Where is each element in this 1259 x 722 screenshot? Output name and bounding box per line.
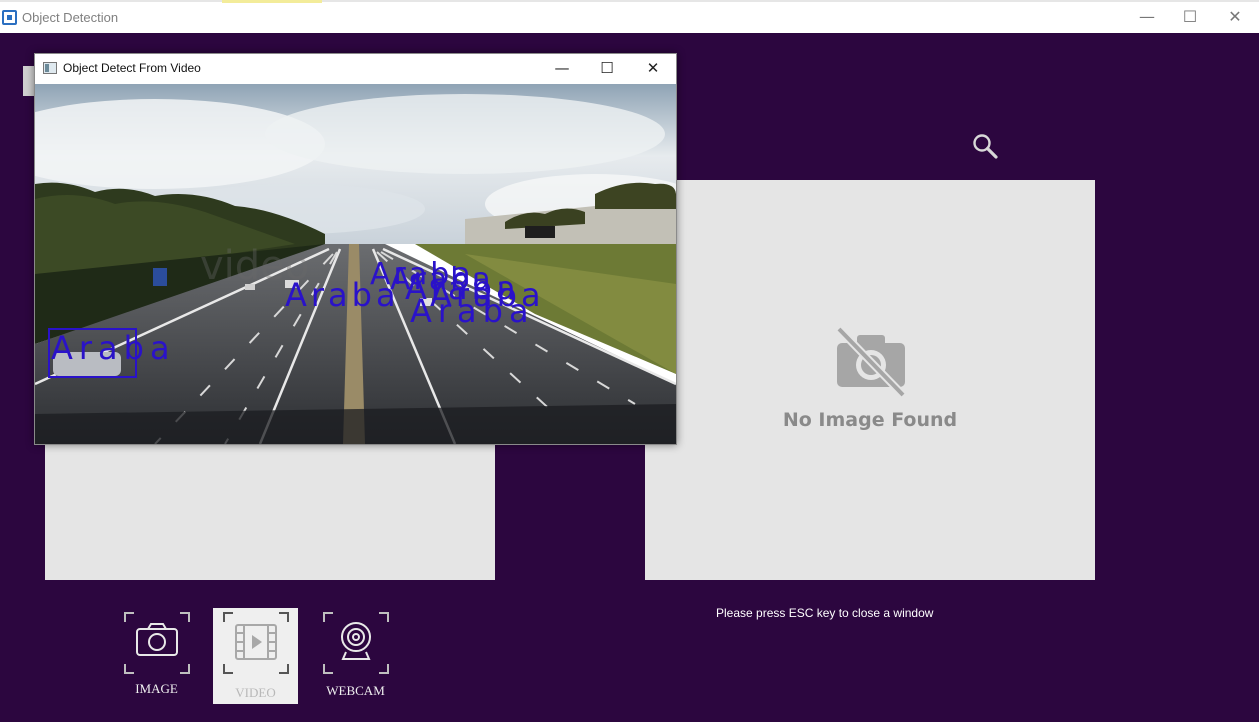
minimize-button[interactable]: — bbox=[1124, 2, 1170, 33]
image-mode-button[interactable]: IMAGE bbox=[114, 608, 199, 704]
video-window-icon bbox=[43, 62, 57, 74]
video-frame: video Araba Araba Araba Araba Araba Arab… bbox=[35, 84, 676, 444]
no-image-icon bbox=[836, 326, 906, 397]
video-window-title: Object Detect From Video bbox=[63, 61, 201, 75]
search-icon[interactable] bbox=[972, 133, 998, 159]
detection-label: Araba bbox=[51, 329, 176, 367]
video-window-minimize-button[interactable]: — bbox=[539, 54, 585, 83]
video-mode-label: VIDEO bbox=[235, 685, 276, 700]
camera-icon bbox=[124, 612, 190, 674]
video-window-maximize-button[interactable]: ☐ bbox=[584, 54, 630, 83]
video-icon bbox=[223, 612, 289, 674]
video-window-close-button[interactable]: ✕ bbox=[630, 54, 676, 83]
highway-video-frame: video Araba Araba Araba Araba Araba Arab… bbox=[35, 84, 676, 444]
image-mode-label: IMAGE bbox=[135, 681, 178, 696]
input-preview-panel bbox=[45, 443, 495, 580]
video-window-titlebar[interactable]: Object Detect From Video — ☐ ✕ bbox=[35, 54, 676, 84]
webcam-mode-label: WEBCAM bbox=[326, 683, 385, 698]
webcam-mode-button[interactable]: WEBCAM bbox=[313, 608, 398, 704]
app-icon bbox=[2, 10, 17, 25]
close-button[interactable]: ✕ bbox=[1212, 2, 1258, 33]
window-title: Object Detection bbox=[22, 10, 119, 25]
no-image-text: No Image Found bbox=[782, 409, 958, 431]
detection-label: Araba bbox=[410, 292, 535, 330]
esc-instruction: Please press ESC key to close a window bbox=[716, 606, 934, 620]
video-mode-button[interactable]: VIDEO bbox=[213, 608, 298, 704]
maximize-button[interactable]: ☐ bbox=[1167, 2, 1213, 33]
video-detection-window[interactable]: Object Detect From Video — ☐ ✕ video Ara… bbox=[34, 53, 677, 445]
result-preview-panel: No Image Found bbox=[645, 180, 1095, 580]
titlebar-accent bbox=[222, 0, 322, 3]
webcam-icon bbox=[323, 612, 389, 674]
main-titlebar: Object Detection — ☐ ✕ bbox=[0, 0, 1259, 33]
